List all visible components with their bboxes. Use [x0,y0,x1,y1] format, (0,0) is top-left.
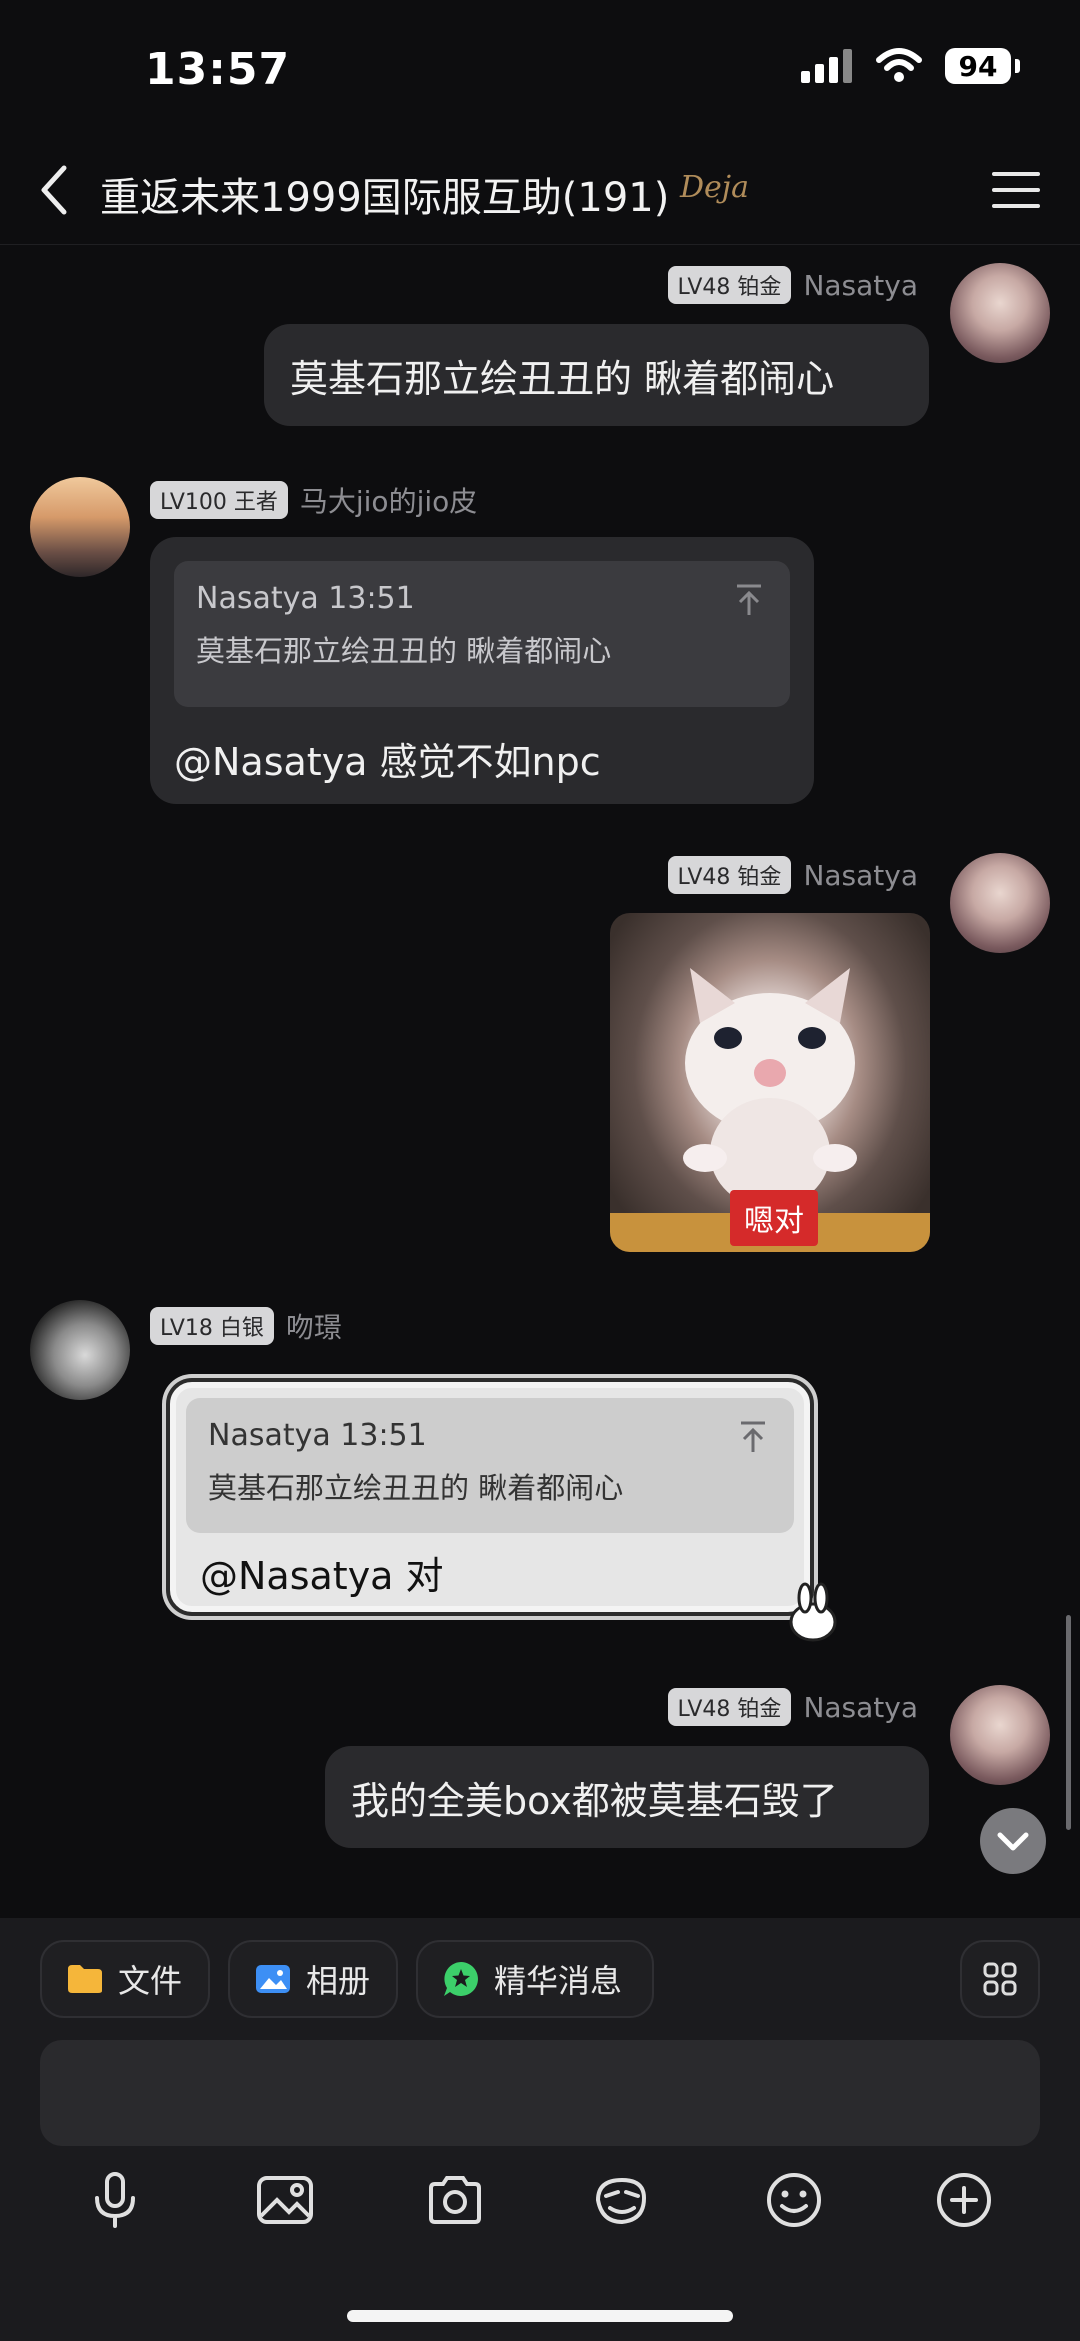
message-text: @Nasatya 感觉不如npc [174,740,601,784]
avatar[interactable] [950,263,1050,363]
chevron-down-icon [997,1832,1029,1851]
level-badge: LV48 铂金 [667,1688,792,1726]
sticker-icon[interactable] [592,2170,652,2230]
emoji-icon[interactable] [764,2170,824,2230]
quick-action-highlights[interactable]: 精华消息 [416,1940,654,2018]
image-message[interactable]: 嗯对 [610,913,930,1252]
sender-name[interactable]: Nasatya [803,1691,918,1724]
wifi-icon [876,48,922,82]
quick-action-file[interactable]: 文件 [40,1940,210,2018]
sender-line: LV18 白银 吻璟 [150,1306,342,1346]
sender-line: LV100 王者 马大jio的jio皮 [150,480,477,520]
plus-icon[interactable] [934,2170,994,2230]
quoted-message[interactable]: Nasatya 13:51 莫基石那立绘丑丑的 瞅着都闹心 [174,561,790,707]
battery-indicator: 94 [945,48,1011,84]
avatar[interactable] [950,853,1050,953]
level-badge: LV48 铂金 [667,266,792,304]
sender-line: LV48 铂金 Nasatya [667,1688,918,1726]
image-caption: 嗯对 [730,1190,818,1246]
group-title[interactable]: 重返未来1999国际服互助(191) [100,165,669,223]
level-badge: LV100 王者 [150,481,288,519]
avatar[interactable] [30,477,130,577]
sender-name[interactable]: Nasatya [803,269,918,302]
sender-name[interactable]: Nasatya [803,859,918,892]
scrollbar[interactable] [1066,1615,1071,1830]
level-badge: LV18 白银 [150,1307,274,1345]
microphone-icon[interactable] [85,2170,145,2230]
camera-icon[interactable] [425,2170,485,2230]
message-bubble[interactable]: Nasatya 13:51 莫基石那立绘丑丑的 瞅着都闹心 @Nasatya 对 [170,1382,810,1612]
quoted-message[interactable]: Nasatya 13:51 莫基石那立绘丑丑的 瞅着都闹心 [186,1398,794,1533]
bunny-decoration-icon [789,1582,837,1642]
quote-text: 莫基石那立绘丑丑的 瞅着都闹心 [196,634,612,668]
status-icons: 94 [801,48,1020,84]
quick-action-label: 相册 [306,1962,371,2000]
sender-line: LV48 铂金 Nasatya [667,266,918,304]
star-bubble-icon [444,1962,478,1996]
message-text: @Nasatya 对 [200,1554,444,1598]
grid-icon [983,1962,1017,1996]
quick-action-label: 文件 [118,1962,183,2000]
avatar[interactable] [950,1685,1050,1785]
sender-line: LV48 铂金 Nasatya [667,856,918,894]
jump-to-icon[interactable] [734,583,764,617]
quote-text: 莫基石那立绘丑丑的 瞅着都闹心 [208,1471,624,1505]
level-badge: LV48 铂金 [667,856,792,894]
quick-action-album[interactable]: 相册 [228,1940,398,2018]
image-icon[interactable] [255,2170,315,2230]
jump-to-icon[interactable] [738,1420,768,1454]
quick-action-label: 精华消息 [494,1962,623,2000]
sender-name[interactable]: 吻璟 [286,1306,342,1346]
scroll-to-bottom-button[interactable] [980,1808,1046,1874]
status-time: 13:57 [145,44,291,95]
signal-icon [801,49,852,83]
back-icon[interactable] [30,160,80,220]
sender-name[interactable]: 马大jio的jio皮 [300,480,477,520]
album-icon [256,1965,290,1993]
folder-icon [68,1965,102,1993]
battery-tip [1015,59,1020,73]
quote-header: Nasatya 13:51 [208,1418,427,1453]
message-bubble[interactable]: Nasatya 13:51 莫基石那立绘丑丑的 瞅着都闹心 @Nasatya 感… [150,537,814,804]
group-badge: Deja [680,170,749,205]
home-indicator [347,2310,733,2322]
quote-header: Nasatya 13:51 [196,581,415,616]
message-input[interactable] [40,2040,1040,2146]
avatar[interactable] [30,1300,130,1400]
message-bubble[interactable]: 莫基石那立绘丑丑的 瞅着都闹心 [264,324,929,426]
more-apps-button[interactable] [960,1940,1040,2018]
message-bubble[interactable]: 我的全美box都被莫基石毁了 [325,1746,929,1848]
menu-icon[interactable] [992,172,1040,212]
